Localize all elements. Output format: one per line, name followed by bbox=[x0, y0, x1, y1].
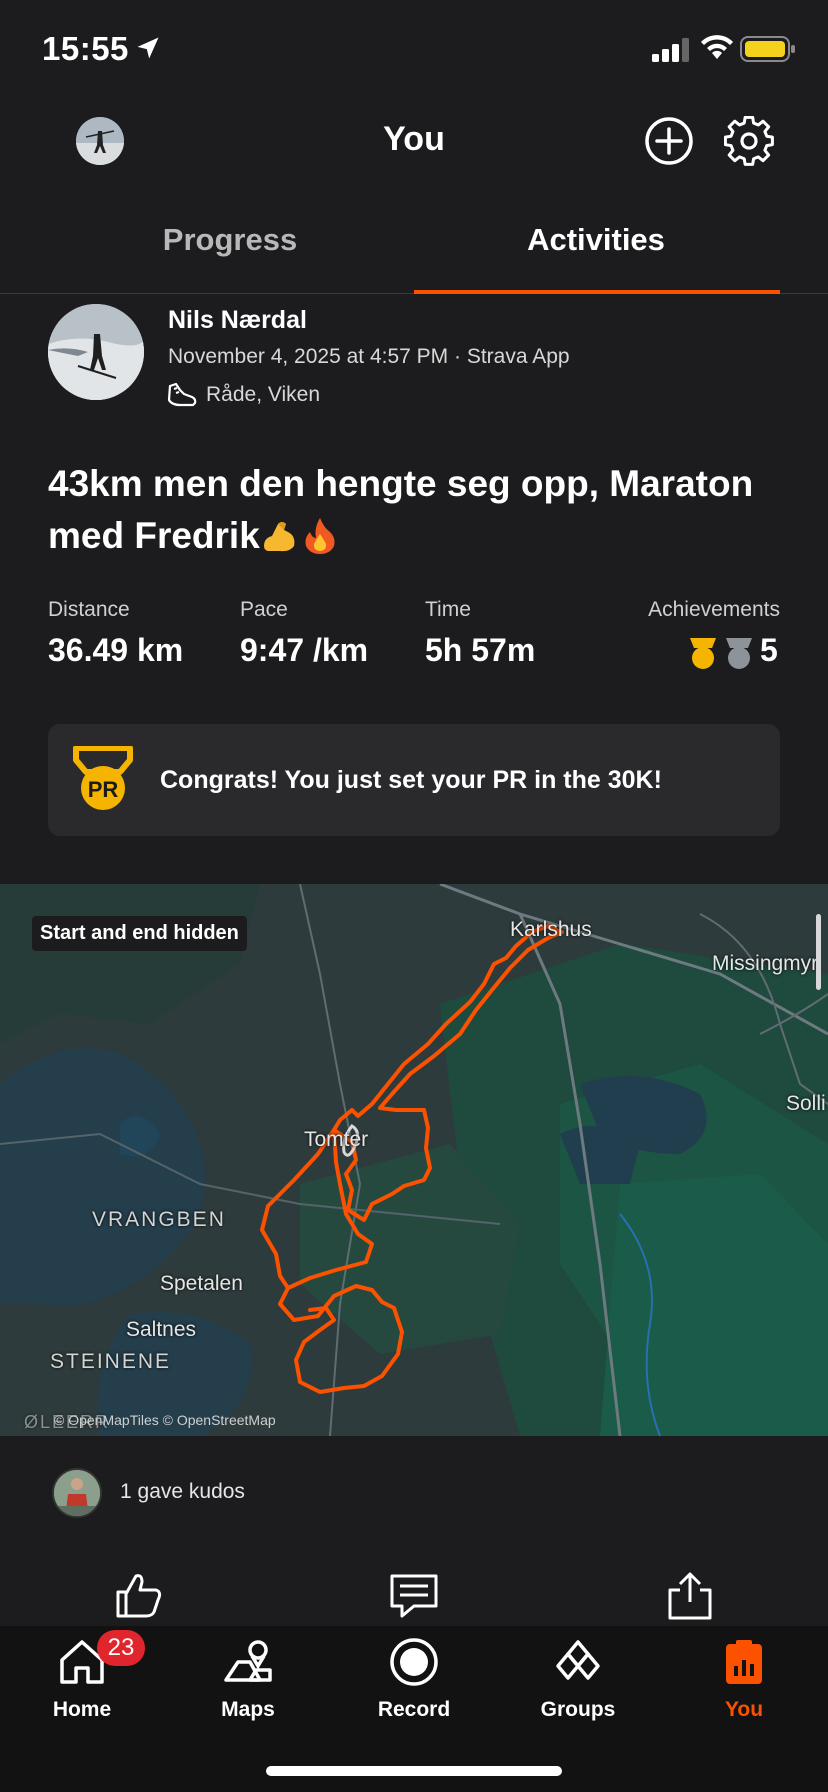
pace-value: 9:47 /km bbox=[240, 632, 369, 668]
groups-icon bbox=[556, 1640, 600, 1680]
gear-icon[interactable] bbox=[724, 116, 774, 166]
map-label-solli: Solli bbox=[786, 1092, 826, 1115]
nav-groups-label: Groups bbox=[540, 1698, 616, 1721]
fire-icon bbox=[305, 518, 335, 554]
gold-medal-icon[interactable] bbox=[688, 636, 718, 670]
map-privacy-badge: Start and end hidden bbox=[32, 916, 247, 951]
map-label-saltnes: Saltnes bbox=[126, 1318, 197, 1341]
home-notification-badge: 23 bbox=[97, 1630, 145, 1666]
running-shoe-icon bbox=[167, 382, 197, 407]
status-time: 15:55 bbox=[42, 30, 129, 67]
activity-title[interactable]: 43km men den hengte seg opp, Maraton med… bbox=[48, 458, 788, 562]
comment-icon[interactable] bbox=[388, 1570, 440, 1622]
nav-groups[interactable]: Groups bbox=[518, 1636, 638, 1722]
tab-activities[interactable]: Activities bbox=[416, 222, 776, 258]
activity-title-text: 43km men den hengte seg opp, Maraton med… bbox=[48, 463, 754, 556]
location-arrow-icon bbox=[137, 37, 159, 59]
time-label: Time bbox=[425, 598, 471, 621]
maps-icon bbox=[224, 1640, 272, 1682]
map-label-tomter: Tomter bbox=[304, 1128, 369, 1151]
athlete-avatar[interactable] bbox=[48, 304, 144, 400]
activity-timestamp: November 4, 2025 at 4:57 PM · Strava App bbox=[168, 345, 570, 368]
distance-label: Distance bbox=[48, 598, 130, 621]
tab-progress[interactable]: Progress bbox=[50, 222, 410, 258]
nav-record-label: Record bbox=[377, 1698, 451, 1721]
active-tab-indicator bbox=[414, 290, 780, 294]
status-bar: 15:55 bbox=[0, 0, 828, 100]
activity-location: Råde, Viken bbox=[206, 383, 321, 406]
kudos-count[interactable]: 1 gave kudos bbox=[120, 1480, 245, 1504]
kudos-avatar[interactable] bbox=[52, 1468, 102, 1518]
achievements-count[interactable]: 5 bbox=[760, 632, 778, 669]
athlete-avatar-image bbox=[48, 304, 144, 400]
nav-you-label: You bbox=[724, 1698, 764, 1721]
home-indicator bbox=[266, 1766, 562, 1776]
nav-maps[interactable]: Maps bbox=[188, 1636, 308, 1722]
pr-banner-text: Congrats! You just set your PR in the 30… bbox=[160, 766, 662, 794]
map-label-vrangben: VRANGBEN bbox=[92, 1208, 226, 1231]
pr-icon-text: PR bbox=[88, 777, 119, 802]
battery-icon bbox=[740, 36, 795, 62]
you-profile-icon bbox=[726, 1640, 762, 1684]
nav-maps-label: Maps bbox=[221, 1698, 275, 1721]
silver-medal-icon[interactable] bbox=[724, 636, 754, 670]
athlete-name[interactable]: Nils Nærdal bbox=[168, 306, 307, 335]
pace-label: Pace bbox=[240, 598, 288, 621]
tab-bar: Progress Activities bbox=[0, 200, 828, 294]
nav-home-label: Home bbox=[52, 1698, 112, 1721]
like-icon[interactable] bbox=[112, 1570, 164, 1622]
map-attribution[interactable]: © OpenMapTiles © OpenStreetMap bbox=[54, 1412, 276, 1428]
wifi-icon bbox=[701, 35, 733, 59]
flexed-biceps-icon bbox=[263, 522, 295, 552]
page-title: You bbox=[383, 120, 445, 158]
map-scroll-indicator bbox=[816, 914, 821, 990]
kudos-avatar-image bbox=[54, 1470, 100, 1516]
cellular-signal-icon bbox=[652, 38, 689, 62]
nav-record[interactable]: Record bbox=[354, 1636, 474, 1722]
record-icon bbox=[390, 1638, 438, 1686]
pr-banner[interactable]: PR Congrats! You just set your PR in the… bbox=[48, 724, 780, 836]
nav-you[interactable]: You bbox=[684, 1636, 804, 1722]
achievements-label: Achievements bbox=[648, 598, 780, 621]
pr-medal-icon: PR bbox=[73, 746, 133, 810]
time-value: 5h 57m bbox=[425, 632, 536, 668]
share-icon[interactable] bbox=[664, 1570, 716, 1622]
map-label-steinene: STEINENE bbox=[50, 1350, 172, 1373]
map-label-missingmyr: Missingmyr bbox=[712, 952, 819, 975]
distance-value: 36.49 km bbox=[48, 632, 184, 668]
map-label-spetalen: Spetalen bbox=[160, 1272, 243, 1295]
map-label-karlshus: Karlshus bbox=[510, 918, 592, 941]
plus-circle-icon[interactable] bbox=[644, 116, 694, 166]
